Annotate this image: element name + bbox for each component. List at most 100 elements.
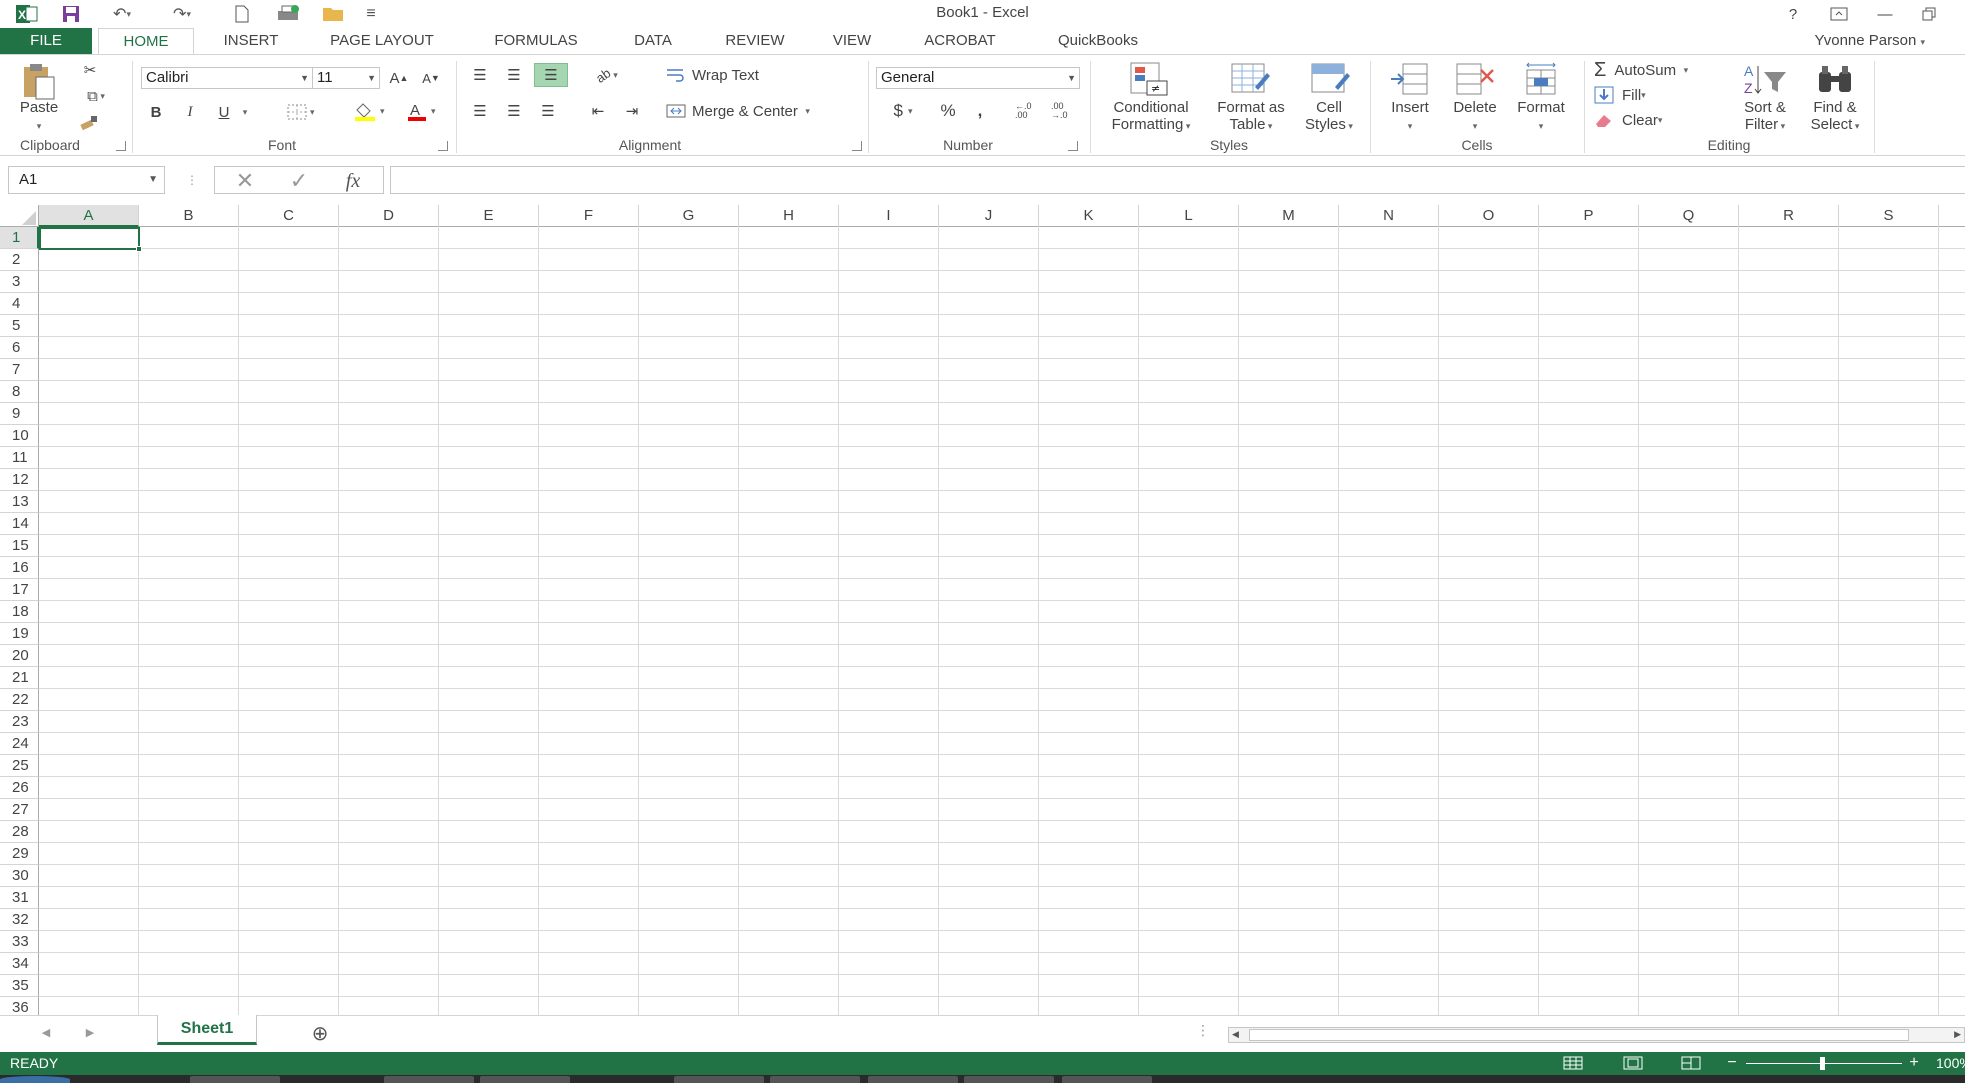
italic-button[interactable]: I xyxy=(178,101,202,123)
start-button-icon[interactable] xyxy=(0,1076,70,1083)
increase-indent-icon[interactable]: ⇥ xyxy=(618,99,646,123)
restore-icon[interactable] xyxy=(1914,2,1944,26)
row-header[interactable]: 25 xyxy=(0,755,39,777)
underline-dropdown-icon[interactable]: ▾ xyxy=(238,101,252,123)
help-button[interactable]: ? xyxy=(1778,2,1808,26)
column-header[interactable]: I xyxy=(839,205,939,227)
sort-filter-icon[interactable]: AZ xyxy=(1738,61,1792,97)
taskbar-item[interactable] xyxy=(384,1076,474,1083)
column-header[interactable]: O xyxy=(1439,205,1539,227)
align-right-icon[interactable]: ☰ xyxy=(534,99,562,123)
scroll-right-icon[interactable]: ▶ xyxy=(1954,1029,1961,1040)
row-header[interactable]: 32 xyxy=(0,909,39,931)
tab-review[interactable]: REVIEW xyxy=(712,28,798,54)
font-name-combo[interactable]: Calibri ▼ xyxy=(141,67,313,89)
decrease-indent-icon[interactable]: ⇤ xyxy=(584,99,612,123)
row-header[interactable]: 20 xyxy=(0,645,39,667)
scrollbar-thumb[interactable] xyxy=(1249,1029,1909,1041)
zoom-level[interactable]: 100% xyxy=(1936,1055,1965,1071)
row-header[interactable]: 29 xyxy=(0,843,39,865)
row-header[interactable]: 6 xyxy=(0,337,39,359)
taskbar-item[interactable] xyxy=(190,1076,280,1083)
new-sheet-icon[interactable]: ⊕ xyxy=(308,1021,332,1045)
cut-icon[interactable]: ✂ xyxy=(76,59,104,81)
align-left-icon[interactable]: ☰ xyxy=(466,99,494,123)
row-header[interactable]: 12 xyxy=(0,469,39,491)
tab-home[interactable]: HOME xyxy=(98,28,194,55)
cell-styles-button[interactable]: Cell Styles ▾ xyxy=(1296,99,1362,135)
zoom-slider-thumb[interactable] xyxy=(1820,1057,1825,1070)
find-select-button[interactable]: Find & Select ▾ xyxy=(1798,99,1872,135)
column-header[interactable]: H xyxy=(739,205,839,227)
confirm-entry-icon[interactable]: ✓ xyxy=(281,168,317,193)
row-header[interactable]: 22 xyxy=(0,689,39,711)
format-painter-icon[interactable] xyxy=(76,111,104,133)
column-header[interactable]: L xyxy=(1139,205,1239,227)
column-header[interactable]: R xyxy=(1739,205,1839,227)
row-header[interactable]: 36 xyxy=(0,997,39,1015)
format-cells-icon[interactable] xyxy=(1518,61,1564,97)
tab-insert[interactable]: INSERT xyxy=(206,28,296,54)
cancel-entry-icon[interactable]: ✕ xyxy=(227,168,263,193)
number-format-combo[interactable]: General ▼ xyxy=(876,67,1080,89)
row-header[interactable]: 2 xyxy=(0,249,39,271)
tab-file[interactable]: FILE xyxy=(0,28,92,54)
column-header[interactable]: F xyxy=(539,205,639,227)
row-header[interactable]: 19 xyxy=(0,623,39,645)
row-header[interactable]: 3 xyxy=(0,271,39,293)
taskbar-item[interactable] xyxy=(480,1076,570,1083)
ribbon-display-options-icon[interactable] xyxy=(1824,2,1854,26)
row-header[interactable]: 26 xyxy=(0,777,39,799)
column-header[interactable]: E xyxy=(439,205,539,227)
number-launcher-icon[interactable] xyxy=(1068,141,1078,151)
row-header[interactable]: 10 xyxy=(0,425,39,447)
comma-style-button[interactable]: , xyxy=(966,99,994,123)
row-header[interactable]: 17 xyxy=(0,579,39,601)
minimize-icon[interactable]: — xyxy=(1870,2,1900,26)
scroll-left-icon[interactable]: ◀ xyxy=(1232,1029,1239,1040)
tab-view[interactable]: VIEW xyxy=(820,28,884,54)
alignment-launcher-icon[interactable] xyxy=(852,141,862,151)
clear-button[interactable]: Clear ▾ xyxy=(1594,109,1694,131)
taskbar-item[interactable] xyxy=(964,1076,1054,1083)
zoom-in-icon[interactable]: + xyxy=(1904,1052,1924,1074)
row-header[interactable]: 33 xyxy=(0,931,39,953)
cell-styles-icon[interactable] xyxy=(1308,61,1354,97)
formula-bar-grip[interactable]: ⋮ xyxy=(186,166,198,194)
row-header[interactable]: 16 xyxy=(0,557,39,579)
cell-area[interactable] xyxy=(39,227,1965,1015)
format-as-table-icon[interactable] xyxy=(1228,61,1274,97)
formula-input[interactable] xyxy=(390,166,1965,194)
orientation-icon[interactable]: ab ▾ xyxy=(584,63,630,87)
paste-button[interactable]: Paste ▾ xyxy=(10,99,68,135)
sort-filter-button[interactable]: Sort & Filter ▾ xyxy=(1730,99,1800,135)
prev-sheet-icon[interactable]: ◀ xyxy=(36,1022,56,1042)
row-header[interactable]: 35 xyxy=(0,975,39,997)
bold-button[interactable]: B xyxy=(144,101,168,123)
column-header[interactable]: N xyxy=(1339,205,1439,227)
conditional-formatting-button[interactable]: Conditional Formatting ▾ xyxy=(1096,99,1206,135)
underline-button[interactable]: U xyxy=(212,101,236,123)
accounting-format-button[interactable]: $ ▾ xyxy=(880,99,926,123)
taskbar-item[interactable] xyxy=(674,1076,764,1083)
row-header[interactable]: 34 xyxy=(0,953,39,975)
column-header[interactable]: K xyxy=(1039,205,1139,227)
row-header[interactable]: 15 xyxy=(0,535,39,557)
tab-quickbooks[interactable]: QuickBooks xyxy=(1040,28,1156,54)
wrap-text-button[interactable]: Wrap Text xyxy=(666,63,796,87)
row-header[interactable]: 27 xyxy=(0,799,39,821)
tab-split-grip[interactable]: ⋮ xyxy=(1196,1022,1210,1039)
column-header[interactable]: Q xyxy=(1639,205,1739,227)
column-header[interactable]: A xyxy=(39,205,139,227)
column-header[interactable]: B xyxy=(139,205,239,227)
row-header[interactable]: 7 xyxy=(0,359,39,381)
user-account[interactable]: Yvonne Parson ▾ xyxy=(1815,28,1925,54)
align-center-icon[interactable]: ☰ xyxy=(500,99,528,123)
row-header[interactable]: 28 xyxy=(0,821,39,843)
clipboard-launcher-icon[interactable] xyxy=(116,141,126,151)
conditional-formatting-icon[interactable]: ≠ xyxy=(1126,61,1172,97)
insert-cells-icon[interactable] xyxy=(1386,61,1432,97)
row-header[interactable]: 31 xyxy=(0,887,39,909)
tab-formulas[interactable]: FORMULAS xyxy=(478,28,594,54)
column-header[interactable]: J xyxy=(939,205,1039,227)
